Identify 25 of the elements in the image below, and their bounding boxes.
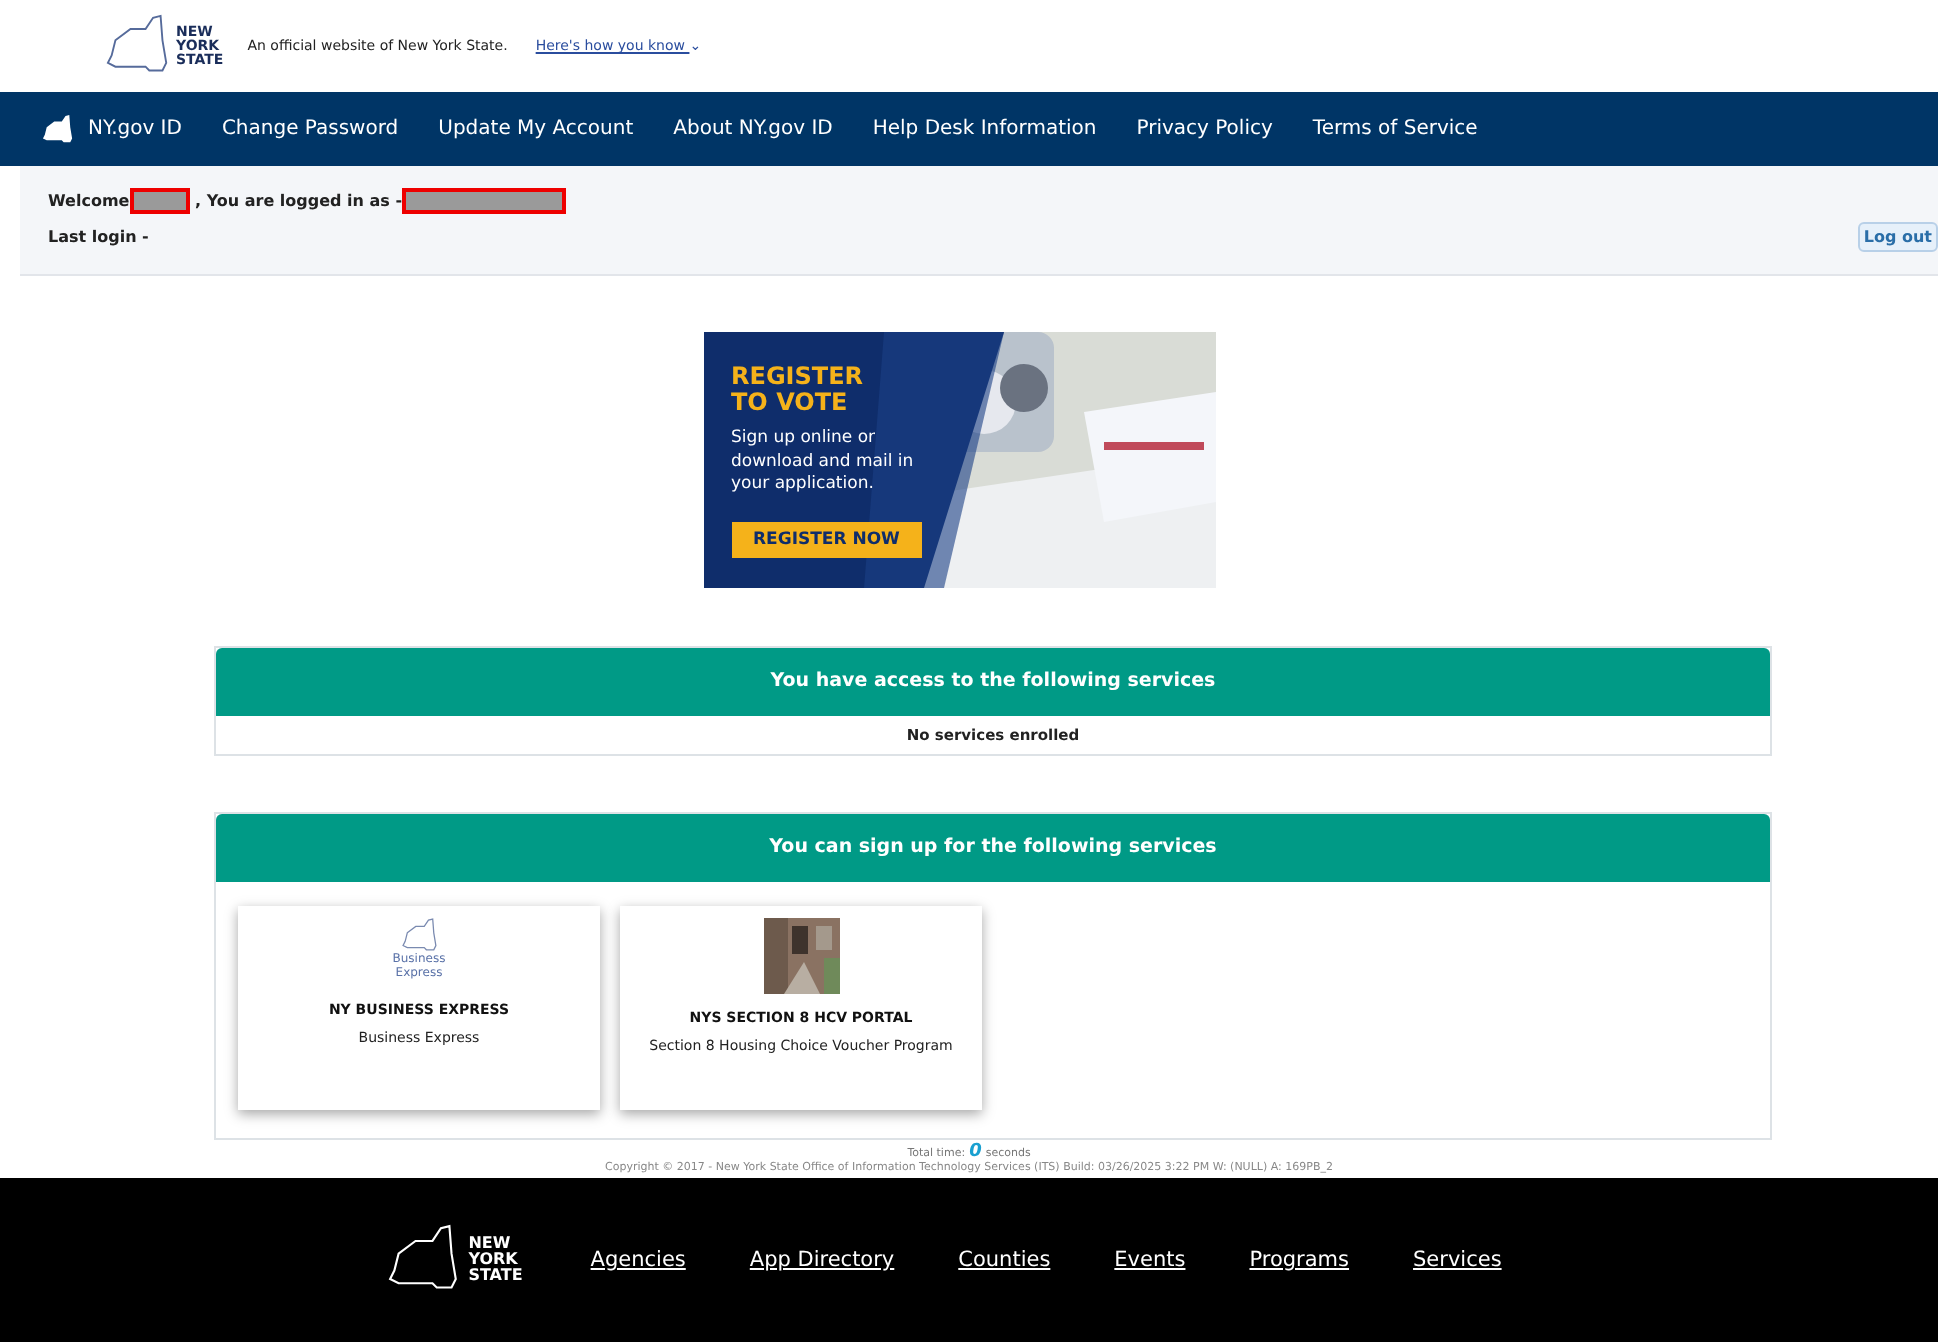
footer-link[interactable]: Services — [1413, 1248, 1502, 1272]
logout-button[interactable]: Log out — [1857, 222, 1938, 252]
nav-link[interactable]: Update My Account — [418, 118, 654, 140]
nav-link[interactable]: Terms of Service — [1292, 118, 1498, 140]
footer-link[interactable]: Programs — [1249, 1248, 1350, 1272]
last-login-text: Last login - — [48, 228, 149, 246]
footer-link[interactable]: Events — [1114, 1248, 1186, 1272]
redacted-box — [129, 188, 190, 214]
footer-link[interactable]: Agencies — [590, 1248, 686, 1272]
nav-link[interactable]: About NY.gov ID — [653, 118, 853, 140]
total-time-value: 0 — [969, 1142, 982, 1162]
nav-link[interactable]: Help Desk Information — [852, 118, 1117, 140]
logged-in-text: , You are logged in as - — [193, 192, 403, 210]
register-now-button[interactable]: REGISTER NOW — [731, 521, 922, 558]
footer-link[interactable]: App Directory — [749, 1248, 895, 1272]
welcome-text: Welcome — [48, 192, 130, 210]
nygov-id-link[interactable]: NY.gov ID — [36, 113, 202, 145]
nav-link[interactable]: Privacy Policy — [1116, 118, 1293, 140]
banner-text: Sign up online or download and mail in your application. — [731, 428, 916, 498]
banner-heading: REGISTER TO VOTE — [731, 364, 866, 417]
footer-link[interactable]: Counties — [958, 1248, 1051, 1272]
panel-header: You have access to the following services — [216, 648, 1770, 716]
nys-logo: NEW YORK STATE — [384, 1224, 523, 1296]
nav-link[interactable]: Change Password — [201, 118, 419, 140]
panel-header: You can sign up for the following services — [216, 814, 1770, 882]
